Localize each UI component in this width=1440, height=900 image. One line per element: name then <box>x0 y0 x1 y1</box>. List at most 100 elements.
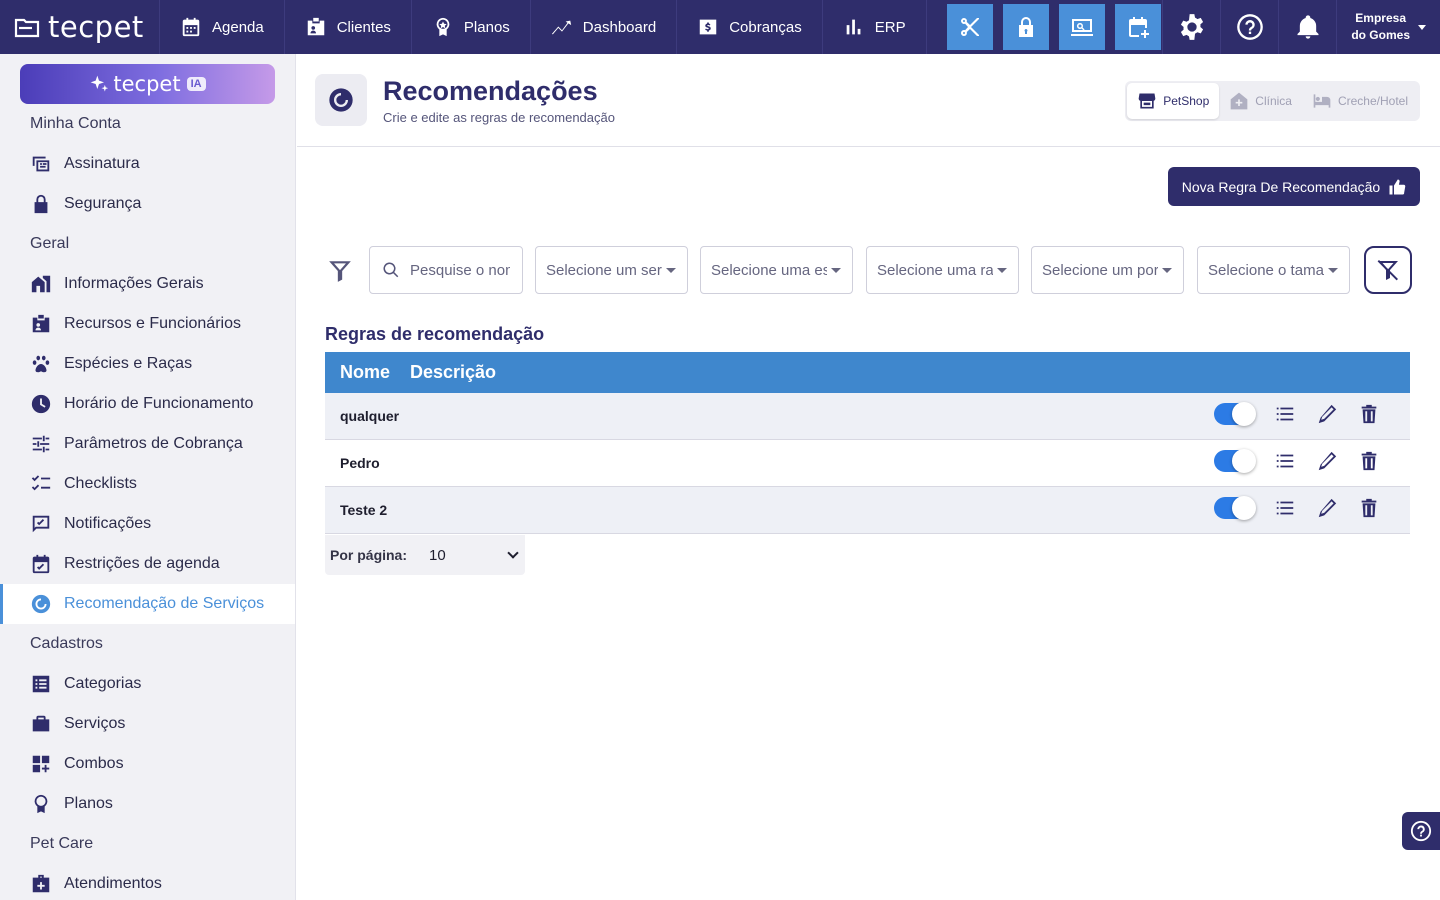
nav-planos[interactable]: Planos <box>412 0 531 54</box>
sidebar-item-informacoes-gerais[interactable]: Informações Gerais <box>0 264 295 304</box>
new-rule-button[interactable]: Nova Regra De Recomendação <box>1168 167 1420 206</box>
sidebar-item-label: Parâmetros de Cobrança <box>64 435 243 452</box>
quick-lock-button[interactable] <box>1002 4 1049 50</box>
active-toggle[interactable] <box>1214 449 1256 473</box>
caret-down-icon <box>1162 267 1172 273</box>
table-row: qualquer <box>325 393 1410 440</box>
company-name: Empresa do Gomes <box>1351 10 1410 44</box>
active-toggle[interactable] <box>1214 496 1256 520</box>
details-button[interactable] <box>1274 403 1296 425</box>
select-servico[interactable]: Selecione um serviço <box>535 246 688 294</box>
delete-button[interactable] <box>1358 403 1380 425</box>
sidebar-item-servicos[interactable]: Serviços <box>0 704 295 744</box>
select-tamanho[interactable]: Selecione o tamanho <box>1197 246 1350 294</box>
sidebar-item-recomendacao[interactable]: Recomendação de Serviços <box>0 584 295 624</box>
toggle-knob <box>1232 402 1256 426</box>
nav-agenda[interactable]: Agenda <box>160 0 285 54</box>
page-subtitle: Crie e edite as regras de recomendação <box>383 110 615 125</box>
select-porte[interactable]: Selecione um porte <box>1031 246 1184 294</box>
sidebar-item-especies[interactable]: Espécies e Raças <box>0 344 295 384</box>
nav-erp[interactable]: ERP <box>823 0 927 54</box>
delete-button[interactable] <box>1358 497 1380 519</box>
table-header: Nome Descrição <box>325 352 1410 393</box>
select-raca[interactable]: Selecione uma raça <box>866 246 1019 294</box>
rule-name: Teste 2 <box>340 502 388 518</box>
details-button[interactable] <box>1274 497 1296 519</box>
segment-creche[interactable]: Creche/Hotel <box>1302 83 1418 119</box>
sidebar-item-notificacoes[interactable]: Notificações <box>0 504 295 544</box>
search-icon <box>383 262 399 278</box>
paw-icon <box>32 355 50 373</box>
quick-grooming-button[interactable] <box>946 4 993 50</box>
tecpet-logo[interactable]: tecpet <box>0 0 160 54</box>
briefcase-icon <box>32 715 50 732</box>
select-especie-text: Selecione uma espécie <box>711 261 827 279</box>
page-header: Recomendações Crie e edite as regras de … <box>297 54 1440 147</box>
chevron-down-icon <box>1418 24 1426 30</box>
table-row: Teste 2 <box>325 487 1410 534</box>
pencil-icon <box>1318 498 1337 518</box>
quick-actions <box>927 0 1161 54</box>
sidebar-item-combos[interactable]: Combos <box>0 744 295 784</box>
sidebar-item-label: Segurança <box>64 195 142 212</box>
monitor-search-icon <box>1070 19 1093 36</box>
sidebar-item-recursos[interactable]: Recursos e Funcionários <box>0 304 295 344</box>
sidebar-item-planos[interactable]: Planos <box>0 784 295 824</box>
sidebar-item-assinatura[interactable]: Assinatura <box>0 144 295 184</box>
details-button[interactable] <box>1274 450 1296 472</box>
trash-icon <box>1361 451 1377 471</box>
main-content: Recomendações Crie e edite as regras de … <box>297 54 1440 900</box>
nav-clientes[interactable]: Clientes <box>285 0 412 54</box>
hotel-icon <box>1313 94 1331 108</box>
lock-icon <box>1018 17 1033 37</box>
tecpet-ia-button[interactable]: tecpet IA <box>20 64 275 104</box>
select-porte-text: Selecione um porte <box>1042 261 1158 279</box>
sidebar-item-checklists[interactable]: Checklists <box>0 464 295 504</box>
sidebar-item-label: Recursos e Funcionários <box>64 315 241 332</box>
nav-cobrancas[interactable]: Cobranças <box>677 0 823 54</box>
sidebar-item-restricoes[interactable]: Restrições de agenda <box>0 544 295 584</box>
ia-badge: IA <box>186 77 206 91</box>
chevron-down-icon <box>507 547 519 559</box>
nav-planos-label: Planos <box>463 18 510 36</box>
delete-button[interactable] <box>1358 450 1380 472</box>
table-title: Regras de recomendação <box>325 324 545 344</box>
settings-button[interactable] <box>1162 0 1220 54</box>
segment-clinica-label: Clínica <box>1255 94 1292 108</box>
clear-filters-button[interactable] <box>1364 246 1412 294</box>
company-selector[interactable]: Empresa do Gomes <box>1336 0 1440 54</box>
search-input[interactable] <box>410 261 510 279</box>
quick-monitor-button[interactable] <box>1058 4 1105 50</box>
nav-dashboard[interactable]: Dashboard <box>531 0 678 54</box>
table-row: Pedro <box>325 440 1410 487</box>
company-name-line1: Empresa <box>1355 11 1406 25</box>
filter-toggle[interactable] <box>327 258 355 282</box>
section-geral: Geral <box>30 235 70 252</box>
quick-add-event-button[interactable] <box>1114 4 1161 50</box>
active-toggle[interactable] <box>1214 402 1256 426</box>
sidebar-item-parametros[interactable]: Parâmetros de Cobrança <box>0 424 295 464</box>
caret-down-icon <box>831 267 841 273</box>
sidebar-item-label: Categorias <box>64 675 142 692</box>
sidebar-item-horario[interactable]: Horário de Funcionamento <box>0 384 295 424</box>
section-pet-care: Pet Care <box>30 835 94 852</box>
list-box-icon <box>32 675 50 693</box>
per-page-select[interactable]: 10 <box>429 547 521 564</box>
edit-button[interactable] <box>1316 403 1338 425</box>
edit-button[interactable] <box>1316 450 1338 472</box>
sidebar-item-categorias[interactable]: Categorias <box>0 664 295 704</box>
edit-button[interactable] <box>1316 497 1338 519</box>
search-field[interactable] <box>369 246 523 294</box>
sidebar-item-atendimentos[interactable]: Atendimentos <box>0 864 295 900</box>
sidebar-item-label: Serviços <box>64 715 126 732</box>
segment-clinica[interactable]: Clínica <box>1219 83 1302 119</box>
floating-help-button[interactable] <box>1402 812 1440 850</box>
column-header-description: Descrição <box>410 362 497 382</box>
notifications-button[interactable] <box>1278 0 1336 54</box>
segment-petshop[interactable]: PetShop <box>1127 83 1220 119</box>
help-button[interactable] <box>1220 0 1278 54</box>
sidebar-item-seguranca[interactable]: Segurança <box>0 184 295 224</box>
grid-plus-icon <box>32 755 50 773</box>
select-especie[interactable]: Selecione uma espécie <box>700 246 853 294</box>
sidebar: tecpet IA Minha Conta Assinatura Seguran… <box>0 54 296 900</box>
